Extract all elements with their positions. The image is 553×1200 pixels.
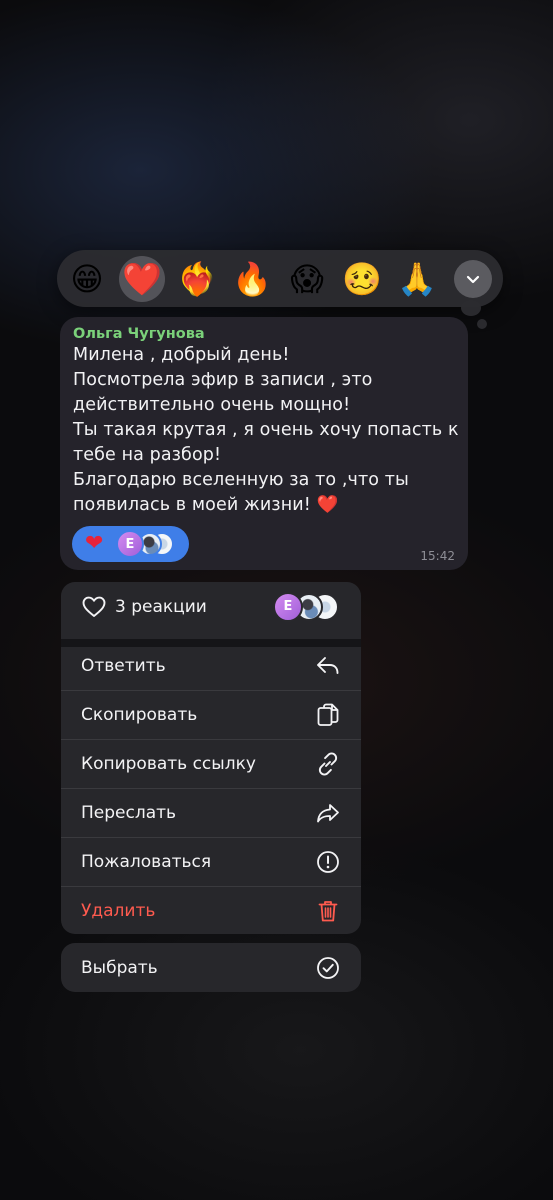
picker-tail-dot [477, 319, 487, 329]
context-menu: 3 реакции Е Ответить Скопировать Копиров… [61, 582, 361, 992]
delete-label: Удалить [81, 900, 156, 921]
heart-outline-icon [82, 596, 106, 617]
select-menu-item[interactable]: Выбрать [61, 943, 361, 992]
message-line: Милена , добрый день! [73, 345, 290, 365]
select-label: Выбрать [81, 957, 158, 978]
expand-reactions-button[interactable] [454, 260, 492, 298]
copy-link-menu-item[interactable]: Копировать ссылку [61, 739, 361, 788]
message-line: Благодарю вселенную за то ,что ты [73, 470, 409, 490]
reactions-summary[interactable]: 3 реакции Е [61, 582, 361, 631]
reaction-face-screaming[interactable]: 😱 [284, 256, 330, 302]
avatar: Е [273, 591, 303, 622]
reaction-red-heart[interactable]: ❤️ [119, 256, 165, 302]
message-line: Посмотрела эфир в записи , это [73, 370, 373, 390]
message-line-text: появилась в моей жизни! [73, 495, 311, 515]
copy-link-label: Копировать ссылку [81, 753, 256, 774]
message-line-last: появилась в моей жизни! ❤️ [73, 493, 455, 518]
forward-menu-item[interactable]: Переслать [61, 788, 361, 837]
reaction-heart-on-fire[interactable]: ❤️‍🔥 [174, 256, 220, 302]
report-icon [315, 849, 341, 875]
copy-label: Скопировать [81, 704, 198, 725]
heart-reaction-icon: ❤ [85, 531, 104, 556]
link-icon [315, 751, 341, 777]
message-time: 15:42 [420, 549, 455, 563]
picker-tail [461, 300, 481, 316]
chevron-down-icon [466, 275, 480, 284]
checkmark-circle-icon [315, 955, 341, 981]
forward-icon [315, 800, 341, 826]
reply-menu-item[interactable]: Ответить [61, 641, 361, 690]
message-line: действительно очень мощно! [73, 395, 351, 415]
message-bubble[interactable]: Ольга Чугунова Милена , добрый день! Пос… [60, 317, 468, 570]
message-line: Ты такая крутая , я очень хочу попасть к [73, 420, 459, 440]
copy-icon [315, 702, 341, 728]
report-menu-item[interactable]: Пожаловаться [61, 837, 361, 886]
reactor-avatars: Е [273, 591, 341, 622]
message-line: тебе на разбор! [73, 445, 222, 465]
reply-label: Ответить [81, 655, 166, 676]
reaction-chip[interactable]: ❤ Е [72, 526, 189, 562]
delete-menu-item[interactable]: Удалить [61, 886, 361, 935]
reaction-picker: 😁 ❤️ ❤️‍🔥 🔥 😱 🥴 🙏 [57, 250, 503, 307]
forward-label: Переслать [81, 802, 177, 823]
copy-menu-item[interactable]: Скопировать [61, 690, 361, 739]
reply-icon [315, 653, 341, 679]
report-label: Пожаловаться [81, 851, 212, 872]
reaction-woozy-face[interactable]: 🥴 [339, 256, 385, 302]
reaction-fire[interactable]: 🔥 [229, 256, 275, 302]
sender-name: Ольга Чугунова [73, 326, 205, 342]
reaction-folded-hands[interactable]: 🙏 [394, 256, 440, 302]
avatar: Е [116, 530, 144, 558]
reaction-grinning-face[interactable]: 😁 [64, 256, 110, 302]
heart-emoji: ❤️ [316, 495, 339, 515]
reactions-count-label: 3 реакции [115, 596, 207, 617]
trash-icon [315, 898, 341, 924]
